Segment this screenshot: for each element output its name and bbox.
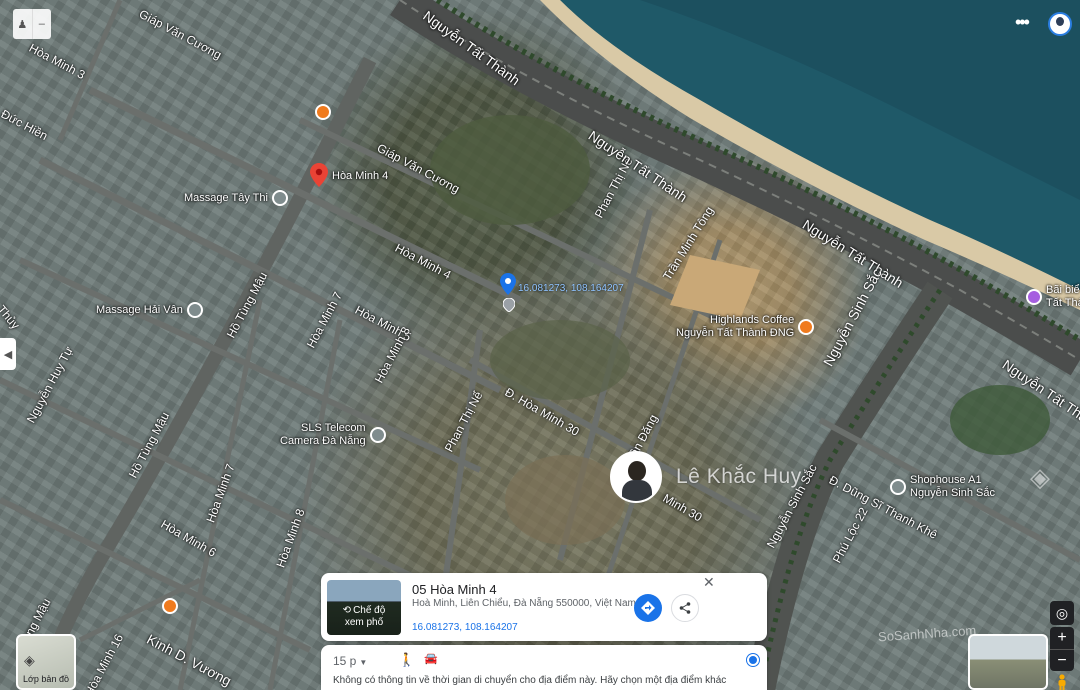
- small-pin-icon: [503, 298, 515, 312]
- spa-icon: [186, 302, 203, 318]
- collapse-icon[interactable]: –: [31, 9, 52, 39]
- mode-toggle[interactable]: [747, 654, 759, 666]
- poi-label: Massage Tây Thi: [184, 191, 268, 204]
- street-view-label: Chế độ: [353, 605, 386, 616]
- account-avatar[interactable]: [1048, 12, 1072, 36]
- watermark-name: Lê Khắc Huy: [676, 465, 802, 488]
- place-coordinates[interactable]: 16.081273, 108.164207: [412, 622, 518, 633]
- restaurant-icon: [315, 104, 331, 120]
- car-icon[interactable]: 🚘: [421, 652, 441, 670]
- watermark-photo: [610, 451, 662, 503]
- zoom-control: + −: [1050, 627, 1074, 671]
- top-left-control[interactable]: ♟ –: [13, 9, 51, 39]
- caret-down-icon: ▼: [359, 658, 368, 667]
- poi-restaurant[interactable]: [315, 104, 331, 120]
- travel-time-select[interactable]: 15 p ▼: [333, 654, 367, 668]
- store-icon: [369, 427, 386, 443]
- layers-label: Lớp bản đồ: [23, 674, 69, 684]
- pegman-mini-icon[interactable]: ♟: [13, 9, 32, 39]
- street-view-label: xem phố: [344, 617, 384, 628]
- red-pin-label: Hòa Minh 4: [332, 170, 389, 182]
- poi-massage-hai-van[interactable]: Massage Hải Vân: [96, 302, 203, 318]
- close-icon[interactable]: ✕: [703, 575, 715, 589]
- directions-panel: 15 p ▼ 🚶 🚘 Không có thông tin về thời gia…: [321, 645, 767, 690]
- poi-generic[interactable]: [162, 598, 178, 614]
- more-vert-icon[interactable]: •••: [1015, 12, 1030, 33]
- travel-time: 15 p: [333, 654, 357, 668]
- place-title[interactable]: 05 Hòa Minh 4: [412, 582, 497, 597]
- shop-icon: [162, 598, 178, 614]
- street-view-icon: ⟲: [342, 605, 352, 616]
- minus-icon[interactable]: −: [1050, 649, 1074, 671]
- share-icon: [679, 602, 691, 614]
- chevron-left-icon: ◀: [3, 348, 13, 361]
- layers-icon: ◈: [24, 652, 35, 668]
- poi-sls-telecom[interactable]: SLS Telecom Camera Đà Nẵng: [280, 422, 386, 448]
- map-pin-icon[interactable]: [310, 163, 328, 187]
- poi-label: Bãi biể: [1046, 284, 1080, 296]
- location-pin-icon[interactable]: [500, 273, 516, 295]
- poi-highlands-coffee[interactable]: Highlands Coffee Nguyễn Tất Thành ĐNG: [676, 314, 815, 340]
- place-address: Hoà Minh, Liên Chiểu, Đà Nẵng 550000, Vi…: [412, 598, 636, 609]
- street-view-thumbnail[interactable]: ⟲ Chế độ xem phố: [327, 580, 401, 635]
- share-button[interactable]: [671, 594, 699, 622]
- poi-label: SLS Telecom: [300, 422, 366, 434]
- watermark: Lê Khắc Huy: [610, 446, 1080, 508]
- coffee-icon: [798, 319, 815, 335]
- street-view-preview[interactable]: [968, 634, 1048, 690]
- poi-label: Highlands Coffee: [710, 314, 795, 326]
- poi-beach[interactable]: Bãi biể Tất Thà: [1026, 284, 1080, 310]
- directions-message: Không có thông tin về thời gian di chuyể…: [333, 675, 727, 686]
- directions-icon: [641, 601, 655, 615]
- pegman-icon[interactable]: [1055, 674, 1069, 690]
- walking-icon[interactable]: 🚶: [397, 652, 417, 670]
- poi-massage-tay-thi[interactable]: Massage Tây Thi: [184, 190, 288, 206]
- spa-icon: [271, 190, 288, 206]
- place-card: ⟲ Chế độ xem phố 05 Hòa Minh 4 Hoà Minh, …: [321, 573, 767, 641]
- plus-icon[interactable]: +: [1050, 627, 1074, 649]
- poi-label: Tất Thà: [1046, 297, 1080, 309]
- my-location-button[interactable]: ◎: [1050, 601, 1074, 625]
- map-layers-button[interactable]: ◈ Lớp bản đồ: [16, 634, 76, 690]
- poi-label: Nguyễn Tất Thành ĐNG: [676, 327, 795, 339]
- camera-icon: [1026, 289, 1042, 305]
- poi-label: Camera Đà Nẵng: [280, 435, 366, 447]
- poi-label: Massage Hải Vân: [96, 303, 183, 316]
- collapse-side-panel-button[interactable]: ◀: [0, 338, 16, 370]
- layers-watermark-icon: ◈: [1030, 462, 1050, 492]
- blue-pin-coordinates: 16.081273, 108.164207: [518, 283, 624, 294]
- directions-button[interactable]: [634, 594, 662, 622]
- my-location-icon: ◎: [1055, 604, 1069, 621]
